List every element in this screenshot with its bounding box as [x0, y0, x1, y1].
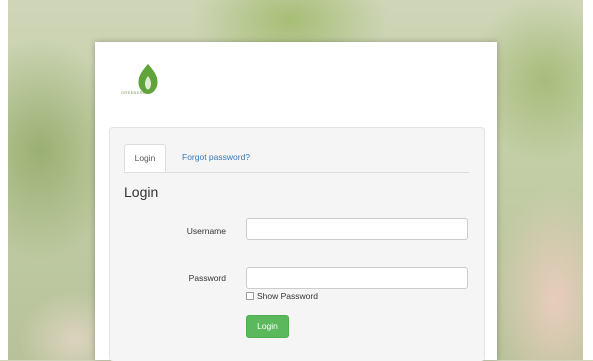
- username-input[interactable]: [246, 218, 468, 240]
- login-panel: Login Forgot password? Login Username Pa…: [109, 127, 485, 361]
- password-label: Password: [188, 273, 226, 283]
- show-password-checkbox[interactable]: [246, 292, 254, 300]
- show-password-label[interactable]: Show Password: [257, 291, 318, 301]
- page-left-margin: [0, 0, 8, 360]
- page-right-margin: [583, 0, 593, 360]
- login-button[interactable]: Login: [246, 315, 289, 338]
- login-card: GREENERIA Login Forgot password? Login U…: [95, 42, 497, 361]
- username-label: Username: [186, 226, 226, 236]
- tab-bar: Login Forgot password?: [124, 144, 470, 173]
- password-input[interactable]: [246, 267, 468, 289]
- tab-login[interactable]: Login: [124, 144, 166, 172]
- tab-forgot-password[interactable]: Forgot password?: [182, 144, 250, 172]
- page-title: Login: [124, 184, 159, 200]
- logo-caption: GREENERIA: [121, 90, 148, 95]
